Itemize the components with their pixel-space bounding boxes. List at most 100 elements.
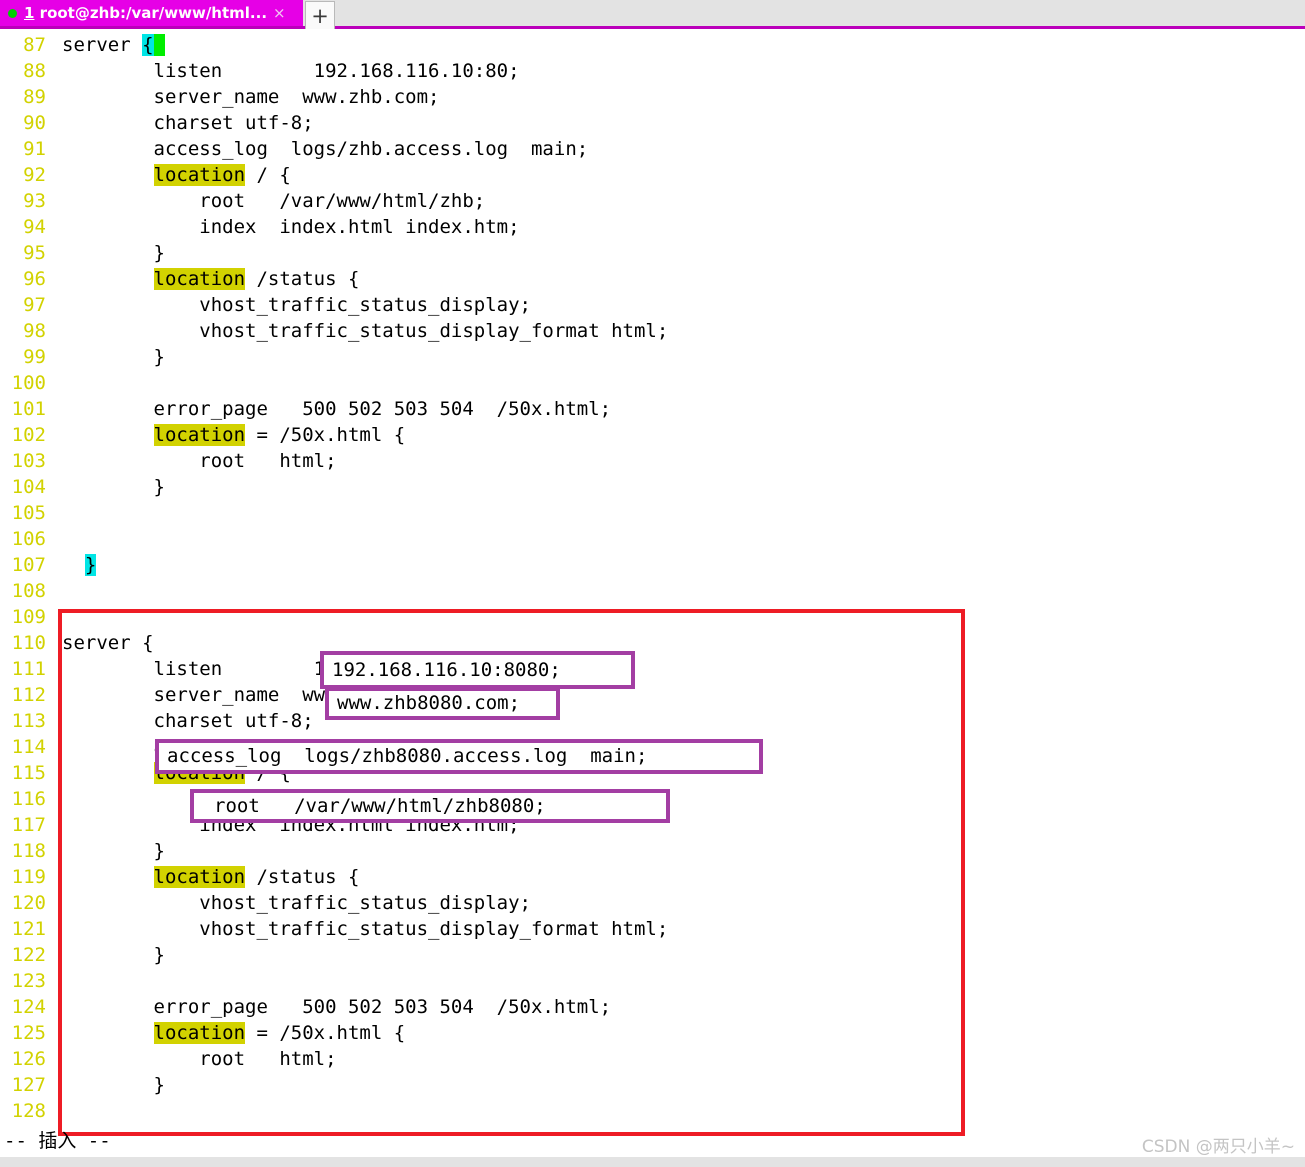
code-line-text: } — [62, 942, 165, 968]
matched-brace: } — [84, 554, 97, 576]
code-line[interactable]: 93 root /var/www/html/zhb; — [0, 188, 1305, 214]
code-segment: } — [62, 944, 165, 966]
line-number: 104 — [11, 476, 46, 498]
code-line[interactable]: 113 charset utf-8; — [0, 708, 1305, 734]
line-number: 117 — [11, 814, 46, 836]
line-number: 92 — [23, 164, 46, 186]
code-line[interactable]: 91 access_log logs/zhb.access.log main; — [0, 136, 1305, 162]
code-line-text: server { — [62, 32, 165, 58]
code-segment: charset utf-8; — [62, 710, 314, 732]
code-line-text: charset utf-8; — [62, 708, 314, 734]
code-line[interactable]: 120 vhost_traffic_status_display; — [0, 890, 1305, 916]
code-segment: = /50x.html { — [245, 1022, 406, 1044]
code-line[interactable]: 105 — [0, 500, 1305, 526]
code-line-text: error_page 500 502 503 504 /50x.html; — [62, 994, 612, 1020]
tab-status-dot-icon — [8, 8, 17, 18]
code-line[interactable]: 92 location / { — [0, 162, 1305, 188]
code-line[interactable]: 100 — [0, 370, 1305, 396]
tab-bar: 1 root@zhb:/var/www/html... × + — [0, 0, 1305, 29]
code-line[interactable]: 124 error_page 500 502 503 504 /50x.html… — [0, 994, 1305, 1020]
code-line-text: } — [62, 838, 165, 864]
line-number: 116 — [11, 788, 46, 810]
code-line[interactable]: 112 server_name www.zhb8080.com; — [0, 682, 1305, 708]
tab-title-text: root@zhb:/var/www/html... — [39, 4, 268, 22]
code-line[interactable]: 107 } — [0, 552, 1305, 578]
line-number: 113 — [11, 710, 46, 732]
keyword-location: location — [153, 164, 246, 186]
code-line[interactable]: 88 listen 192.168.116.10:80; — [0, 58, 1305, 84]
line-number: 109 — [11, 606, 46, 628]
code-line[interactable]: 110 server { — [0, 630, 1305, 656]
watermark: CSDN @两只小羊~ — [1141, 1137, 1295, 1157]
vim-status-line: -- 插入 -- — [4, 1130, 111, 1152]
code-line-text: listen 192.168.116.10:80; — [62, 58, 520, 84]
code-line[interactable]: 102 location = /50x.html { — [0, 422, 1305, 448]
close-icon[interactable]: × — [273, 4, 286, 22]
code-segment: vhost_traffic_status_display_format html… — [62, 918, 669, 940]
code-line[interactable]: 119 location /status { — [0, 864, 1305, 890]
code-line[interactable]: 101 error_page 500 502 503 504 /50x.html… — [0, 396, 1305, 422]
line-number: 125 — [11, 1022, 46, 1044]
line-number: 127 — [11, 1074, 46, 1096]
code-segment: access_log logs/zhb.access.log main; — [62, 138, 589, 160]
code-line[interactable]: 121 vhost_traffic_status_display_format … — [0, 916, 1305, 942]
code-line[interactable]: 94 index index.html index.htm; — [0, 214, 1305, 240]
code-line[interactable]: 106 — [0, 526, 1305, 552]
code-line-text: root /var/www/html/zhb; — [62, 188, 485, 214]
code-line[interactable]: 87 server { — [0, 32, 1305, 58]
code-line[interactable]: 111 listen 192.168.116.10:8080; — [0, 656, 1305, 682]
code-line[interactable]: 98 vhost_traffic_status_display_format h… — [0, 318, 1305, 344]
bottom-bar — [0, 1157, 1305, 1167]
code-segment: listen 192.168.116.10:80; — [62, 60, 520, 82]
code-line[interactable]: 90 charset utf-8; — [0, 110, 1305, 136]
annotation-box-server-name-value-text: www.zhb8080.com; — [337, 692, 521, 714]
annotation-box-access-log-line: access_log logs/zhb8080.access.log main; — [155, 739, 763, 774]
terminal-tab-1[interactable]: 1 root@zhb:/var/www/html... × — [0, 0, 303, 26]
code-line[interactable]: 125 location = /50x.html { — [0, 1020, 1305, 1046]
new-tab-button[interactable]: + — [305, 1, 335, 29]
line-number: 99 — [23, 346, 46, 368]
line-number: 110 — [11, 632, 46, 654]
code-line[interactable]: 126 root html; — [0, 1046, 1305, 1072]
code-segment: vhost_traffic_status_display; — [62, 892, 531, 914]
code-line[interactable]: 96 location /status { — [0, 266, 1305, 292]
code-segment: server { — [62, 632, 154, 654]
code-line[interactable]: 103 root html; — [0, 448, 1305, 474]
code-line-text: vhost_traffic_status_display; — [62, 890, 531, 916]
line-number: 95 — [23, 242, 46, 264]
code-segment: server — [62, 34, 143, 56]
line-number: 98 — [23, 320, 46, 342]
code-line-text: vhost_traffic_status_display_format html… — [62, 318, 668, 344]
code-segment: / { — [245, 164, 291, 186]
code-line-text: location /status { — [62, 266, 359, 292]
code-line[interactable]: 122 } — [0, 942, 1305, 968]
code-line[interactable]: 104 } — [0, 474, 1305, 500]
code-line[interactable]: 89 server_name www.zhb.com; — [0, 84, 1305, 110]
vim-editor-area[interactable]: 87 server { 88 listen 192.168.116.10:80; 8… — [0, 32, 1305, 1132]
code-line[interactable]: 127 } — [0, 1072, 1305, 1098]
code-line[interactable]: 118 } — [0, 838, 1305, 864]
code-line-text: location = /50x.html { — [62, 422, 405, 448]
code-line[interactable]: 128 — [0, 1098, 1305, 1124]
code-line[interactable]: 95 } — [0, 240, 1305, 266]
code-segment: error_page 500 502 503 504 /50x.html; — [62, 398, 612, 420]
code-line[interactable]: 109 — [0, 604, 1305, 630]
code-segment: root html; — [62, 1048, 337, 1070]
line-number: 121 — [11, 918, 46, 940]
code-line-text: } — [62, 240, 165, 266]
code-segment: /status { — [245, 268, 360, 290]
code-segment: = /50x.html { — [245, 424, 406, 446]
code-line[interactable]: 97 vhost_traffic_status_display; — [0, 292, 1305, 318]
code-line[interactable]: 108 — [0, 578, 1305, 604]
code-segment: charset utf-8; — [62, 112, 314, 134]
cursor-block — [153, 34, 165, 56]
code-line-text: location / { — [62, 162, 291, 188]
line-number: 128 — [11, 1100, 46, 1122]
annotation-box-root-line-text: root /var/www/html/zhb8080; — [214, 794, 546, 817]
code-line[interactable]: 123 — [0, 968, 1305, 994]
line-number: 124 — [11, 996, 46, 1018]
code-line[interactable]: 99 } — [0, 344, 1305, 370]
